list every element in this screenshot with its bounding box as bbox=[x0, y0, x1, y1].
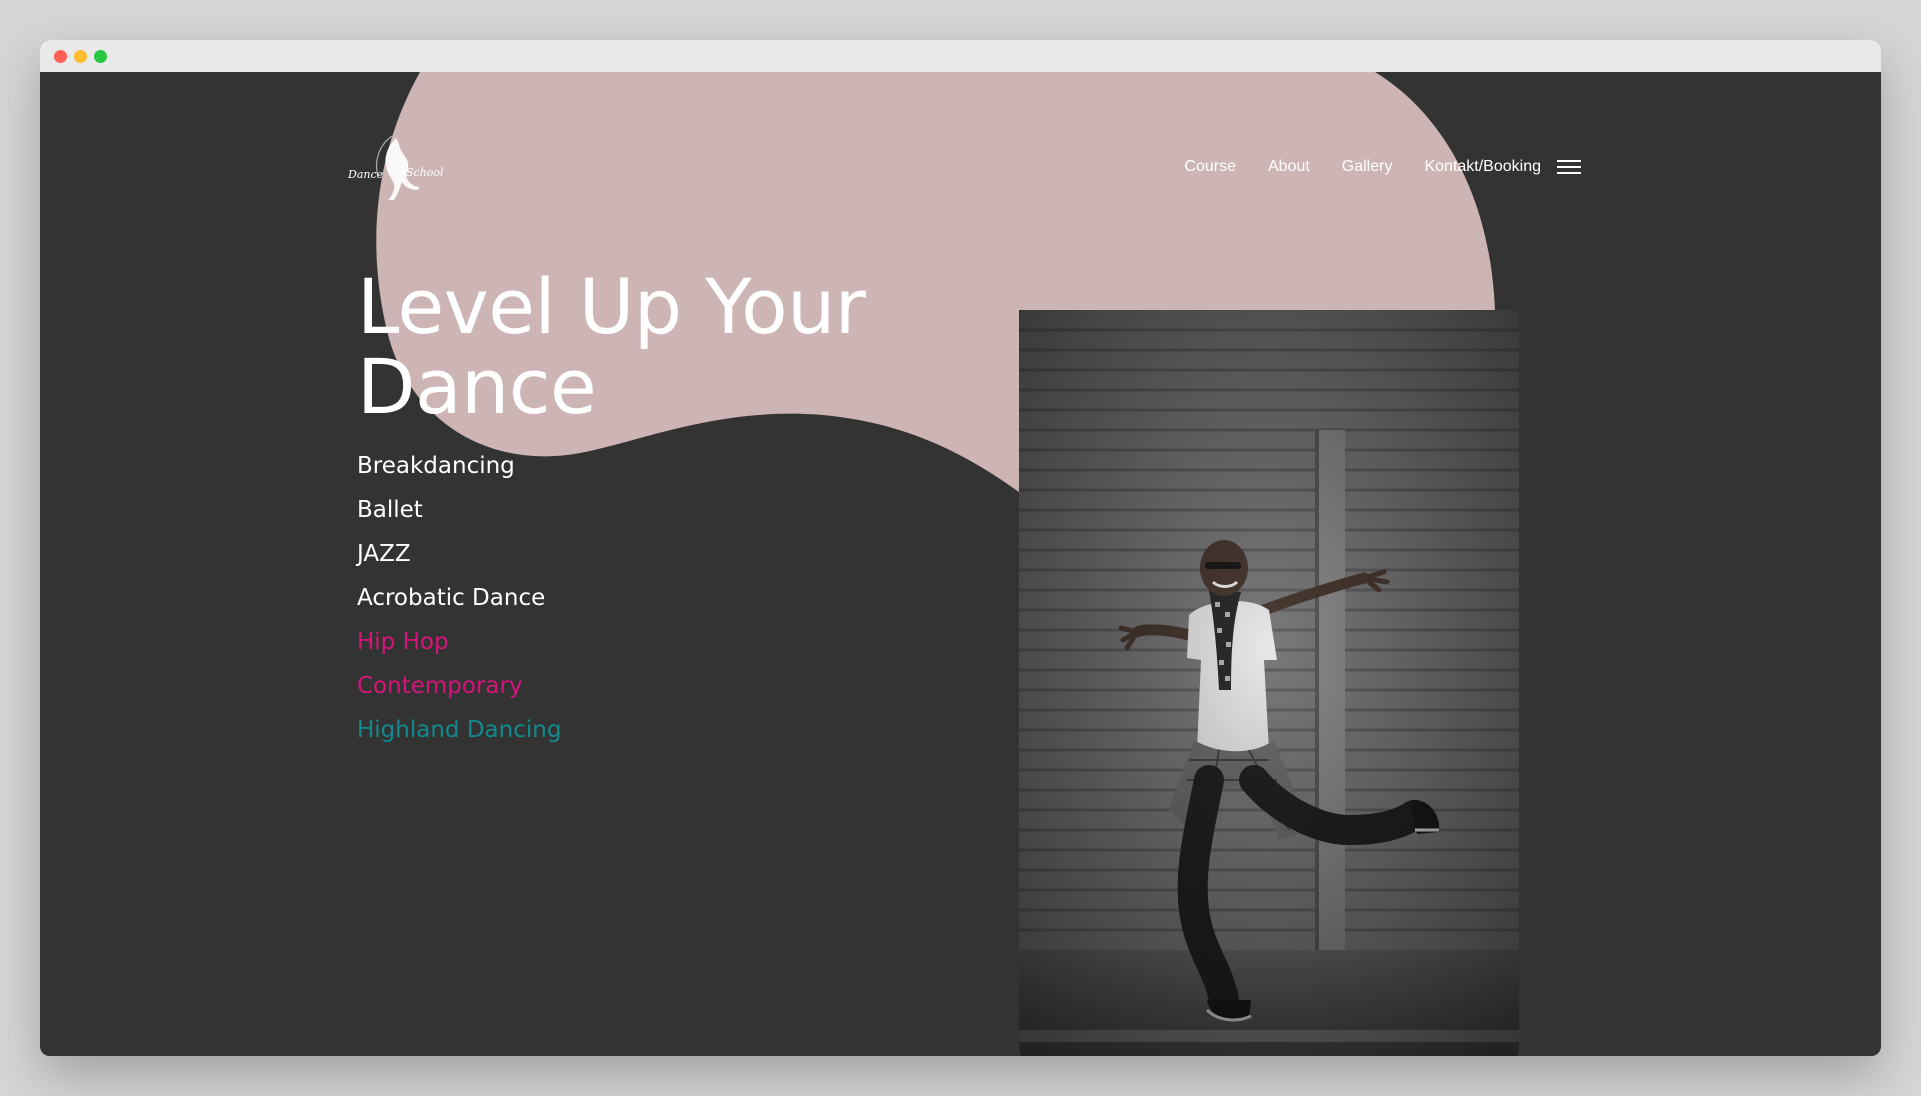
close-window-button[interactable] bbox=[54, 50, 67, 63]
nav-link-about[interactable]: About bbox=[1268, 158, 1310, 176]
browser-window: Dance School Course About Gallery Kontak… bbox=[40, 40, 1881, 1056]
maximize-window-button[interactable] bbox=[94, 50, 107, 63]
dance-style-item[interactable]: Contemporary bbox=[357, 664, 561, 708]
dance-styles-list: Breakdancing Ballet JAZZ Acrobatic Dance… bbox=[357, 444, 561, 752]
hero-title: Level Up Your Dance bbox=[357, 262, 866, 431]
main-navigation: Course About Gallery Kontakt/Booking bbox=[1184, 158, 1581, 176]
dancer-logo-icon: Dance School bbox=[347, 135, 444, 200]
page-content: Dance School Course About Gallery Kontak… bbox=[40, 72, 1881, 1056]
dance-style-item[interactable]: Acrobatic Dance bbox=[357, 576, 561, 620]
nav-link-course[interactable]: Course bbox=[1184, 158, 1236, 176]
window-titlebar bbox=[40, 40, 1881, 72]
dancer-photo-illustration bbox=[1019, 310, 1519, 1056]
minimize-window-button[interactable] bbox=[74, 50, 87, 63]
dance-style-item[interactable]: Highland Dancing bbox=[357, 708, 561, 752]
hamburger-menu-icon[interactable] bbox=[1557, 159, 1581, 175]
nav-link-kontakt-booking[interactable]: Kontakt/Booking bbox=[1424, 158, 1541, 176]
logo-text-left: Dance bbox=[348, 168, 384, 181]
dance-style-item[interactable]: JAZZ bbox=[357, 532, 561, 576]
dance-style-item[interactable]: Breakdancing bbox=[357, 444, 561, 488]
nav-link-gallery[interactable]: Gallery bbox=[1342, 158, 1393, 176]
dance-style-item[interactable]: Hip Hop bbox=[357, 620, 561, 664]
site-logo[interactable]: Dance School bbox=[347, 132, 448, 204]
logo-text-right: School bbox=[406, 166, 444, 179]
decorative-blob-shape bbox=[376, 72, 1496, 492]
hero-dancer-photo bbox=[1019, 310, 1519, 1056]
dance-style-item[interactable]: Ballet bbox=[357, 488, 561, 532]
